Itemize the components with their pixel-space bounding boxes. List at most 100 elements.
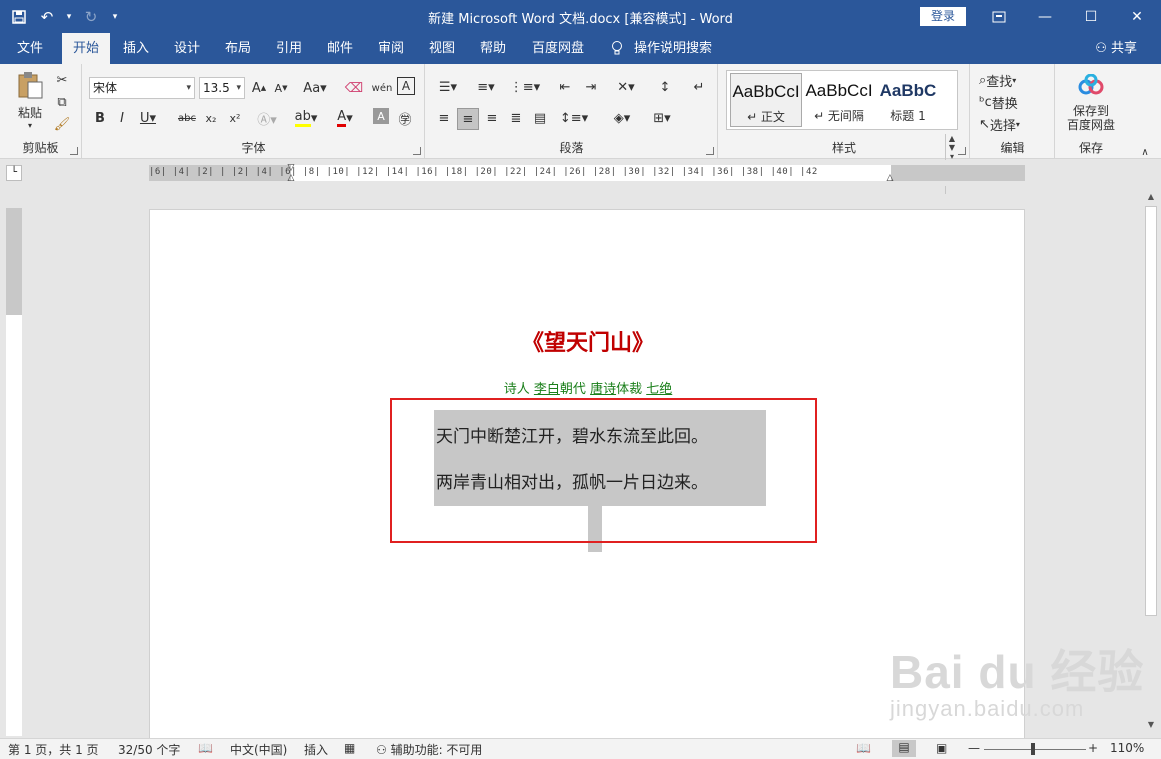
login-button[interactable]: 登录	[920, 7, 966, 26]
vertical-ruler[interactable]	[6, 208, 22, 736]
tab-help[interactable]: 帮助	[471, 33, 515, 64]
text-effects-icon[interactable]: Ⓐ▾	[253, 108, 281, 128]
strikethrough-icon[interactable]: abc	[175, 108, 199, 128]
tab-references[interactable]: 引用	[267, 33, 311, 64]
clear-formatting-icon[interactable]: ⌫	[343, 77, 365, 99]
character-shading-icon[interactable]: A	[373, 108, 389, 124]
form-name[interactable]: 七绝	[646, 382, 672, 397]
chinese-layout-icon[interactable]: ✕▾	[610, 76, 642, 98]
tab-insert[interactable]: 插入	[114, 33, 158, 64]
indent-marker-icon[interactable]: ▽ △	[285, 160, 297, 186]
save-to-netdisk-button[interactable]: 保存到 百度网盘	[1058, 102, 1124, 134]
print-layout-icon[interactable]: ▤	[892, 740, 916, 757]
styles-up-icon[interactable]: ▲	[946, 134, 958, 143]
increase-indent-icon[interactable]: ⇥	[580, 76, 602, 98]
change-case-icon[interactable]: Aa▾	[301, 77, 329, 99]
select-button[interactable]: ↖ 选择 ▾	[979, 114, 1049, 134]
cut-icon[interactable]: ✂	[52, 70, 72, 90]
scrollbar-thumb[interactable]	[1145, 206, 1157, 616]
phonetic-guide-icon[interactable]: wén	[371, 77, 393, 99]
web-layout-icon[interactable]: ▣	[936, 741, 947, 755]
tab-review[interactable]: 审阅	[369, 33, 413, 64]
shrink-font-icon[interactable]: A ▼	[271, 77, 291, 99]
scroll-up-icon[interactable]: ▲	[1143, 192, 1159, 206]
insert-mode[interactable]: 插入	[304, 741, 328, 758]
decrease-indent-icon[interactable]: ⇤	[554, 76, 576, 98]
font-name-combo[interactable]: 宋体 ▾	[89, 77, 195, 99]
read-mode-icon[interactable]: 📖	[856, 741, 871, 755]
collapse-ribbon-icon[interactable]: ∧	[1138, 146, 1152, 158]
zoom-slider-thumb[interactable]	[1031, 743, 1035, 755]
tab-home[interactable]: 开始	[62, 33, 110, 64]
find-dropdown-icon[interactable]: ▾	[1012, 76, 1016, 85]
word-count[interactable]: 32/50 个字	[118, 741, 180, 758]
replace-button[interactable]: ᵇc 替换	[979, 92, 1049, 112]
dynasty-name[interactable]: 唐诗	[590, 382, 616, 397]
font-color-icon[interactable]: A ▾	[331, 108, 359, 128]
bold-icon[interactable]: B	[91, 108, 109, 128]
numbering-icon[interactable]: ≡▾	[470, 76, 502, 98]
proofing-icon[interactable]: 📖	[198, 741, 213, 755]
macro-icon[interactable]: ▦	[344, 741, 355, 755]
zoom-out-icon[interactable]: —	[968, 741, 980, 755]
tab-selector-icon[interactable]: └	[6, 165, 22, 181]
minimize-icon[interactable]: —	[1022, 0, 1068, 33]
ribbon-display-options-icon[interactable]	[976, 0, 1022, 33]
paste-icon[interactable]	[12, 70, 48, 102]
underline-icon[interactable]: U▾	[135, 108, 161, 128]
tab-design[interactable]: 设计	[165, 33, 209, 64]
borders-icon[interactable]: ⊞▾	[646, 108, 678, 128]
distributed-icon[interactable]: ▤	[530, 108, 550, 128]
select-dropdown-icon[interactable]: ▾	[1016, 120, 1020, 129]
style-normal[interactable]: AaBbCcI ↵ 正文	[730, 73, 802, 127]
character-border-icon[interactable]: A	[397, 77, 415, 95]
paste-dropdown-icon[interactable]: ▾	[22, 119, 38, 131]
multilevel-list-icon[interactable]: ⋮≡▾	[508, 76, 542, 98]
sort-icon[interactable]: ↕	[654, 76, 676, 98]
align-right-icon[interactable]: ≡	[482, 108, 502, 128]
format-painter-icon[interactable]: 🖌	[52, 114, 72, 134]
style-heading-1[interactable]: AaBbC 标题 1	[875, 73, 941, 127]
clipboard-launcher-icon[interactable]	[70, 147, 78, 155]
superscript-icon[interactable]: x²	[225, 108, 245, 128]
styles-launcher-icon[interactable]	[958, 147, 966, 155]
find-button[interactable]: ⌕ 查找 ▾	[979, 70, 1049, 90]
bullets-icon[interactable]: ☰▾	[432, 76, 464, 98]
enclose-characters-icon[interactable]: ㊫	[395, 108, 415, 128]
copy-icon[interactable]: ⧉	[52, 92, 72, 112]
right-indent-marker-icon[interactable]: △	[884, 172, 896, 184]
zoom-in-icon[interactable]: +	[1088, 741, 1098, 755]
highlight-color-icon[interactable]: ab ▾	[291, 108, 321, 128]
font-launcher-icon[interactable]	[413, 147, 421, 155]
align-center-icon[interactable]: ≡	[457, 108, 479, 130]
align-left-icon[interactable]: ≡	[434, 108, 454, 128]
zoom-slider-track[interactable]	[984, 749, 1086, 750]
tell-me-search[interactable]: 操作说明搜索	[632, 33, 714, 64]
style-no-spacing[interactable]: AaBbCcI ↵ 无间隔	[803, 73, 875, 127]
close-icon[interactable]: ✕	[1114, 0, 1160, 33]
maximize-icon[interactable]: ☐	[1068, 0, 1114, 33]
justify-icon[interactable]: ≣	[506, 108, 526, 128]
subscript-icon[interactable]: x₂	[201, 108, 221, 128]
italic-icon[interactable]: I	[113, 108, 131, 128]
scroll-down-icon[interactable]: ▼	[1143, 720, 1159, 734]
tab-layout[interactable]: 布局	[216, 33, 260, 64]
poem-meta[interactable]: 诗人 李白朝代 唐诗体裁 七绝	[150, 378, 1026, 397]
tab-baidu-netdisk[interactable]: 百度网盘	[524, 33, 592, 64]
tab-view[interactable]: 视图	[420, 33, 464, 64]
paragraph-launcher-icon[interactable]	[706, 147, 714, 155]
poem-title[interactable]: 《望天门山》	[150, 325, 1026, 357]
line-spacing-icon[interactable]: ↕≡▾	[558, 108, 590, 128]
tab-file[interactable]: 文件	[8, 33, 52, 64]
zoom-level[interactable]: 110%	[1110, 741, 1144, 755]
language-status[interactable]: 中文(中国)	[230, 741, 287, 758]
baidu-netdisk-icon[interactable]	[1076, 72, 1106, 98]
font-size-dropdown-icon[interactable]: ▾	[236, 78, 241, 98]
font-name-dropdown-icon[interactable]: ▾	[186, 78, 191, 98]
font-size-combo[interactable]: 13.5 ▾	[199, 77, 245, 99]
page-count[interactable]: 第 1 页，共 1 页	[8, 741, 99, 758]
paste-button[interactable]: 粘贴	[10, 104, 50, 120]
tab-mailings[interactable]: 邮件	[318, 33, 362, 64]
poet-name[interactable]: 李白	[534, 382, 560, 397]
vertical-scrollbar[interactable]: ▲ ▼	[1143, 190, 1159, 738]
